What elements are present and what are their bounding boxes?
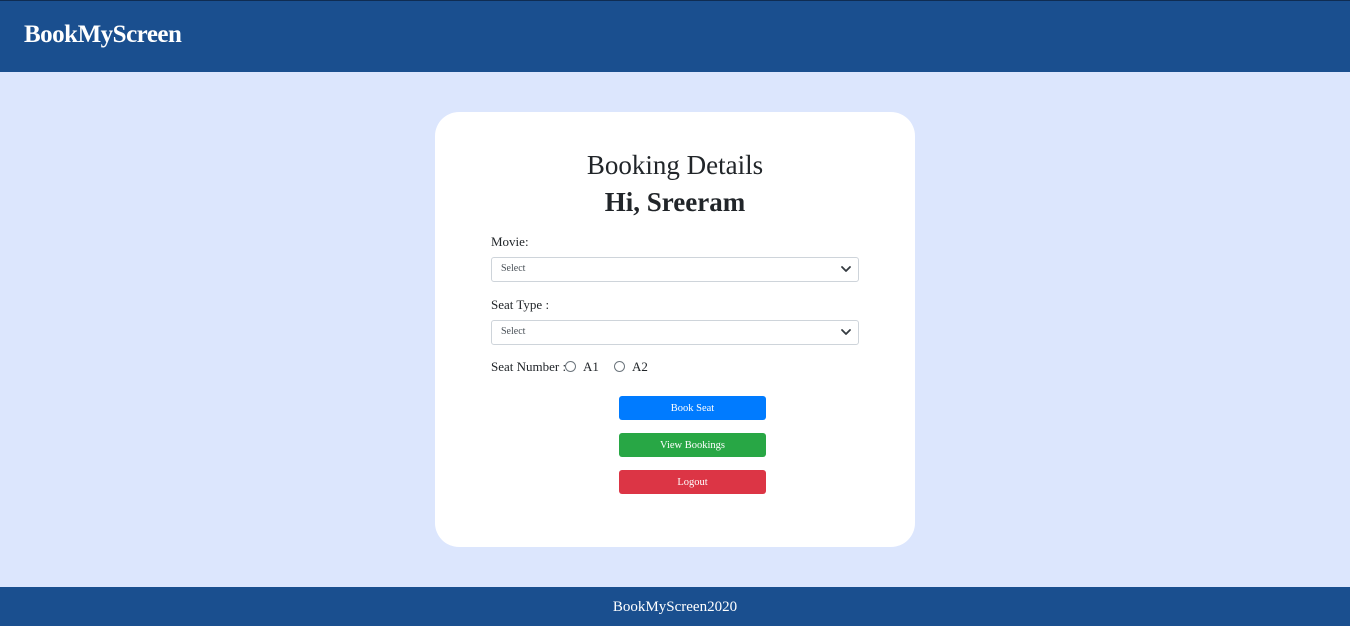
seat-a1-label[interactable]: A1 <box>583 359 599 375</box>
footer-text: BookMyScreen2020 <box>612 599 738 615</box>
seat-type-label: Seat Type : <box>491 297 550 312</box>
seat-type-select[interactable]: Select <box>491 320 859 345</box>
view-bookings-button[interactable]: View Bookings <box>619 433 766 457</box>
seat-a1-radio[interactable] <box>565 361 576 372</box>
booking-card: Booking Details Hi, Sreeram Movie: Selec… <box>435 112 915 547</box>
movie-select-value: Select <box>501 263 526 274</box>
chevron-down-icon <box>841 266 851 272</box>
navbar: BookMyScreen <box>0 0 1350 72</box>
seat-type-select-value: Select <box>501 326 526 337</box>
logout-button[interactable]: Logout <box>619 470 766 494</box>
book-seat-button[interactable]: Book Seat <box>619 396 766 420</box>
page-title: Booking Details <box>586 150 764 180</box>
seat-number-group: Seat Number : A1 A2 <box>491 359 648 375</box>
seat-a2-radio[interactable] <box>614 361 625 372</box>
movie-select[interactable]: Select <box>491 257 859 282</box>
chevron-down-icon <box>841 329 851 335</box>
seat-number-label: Seat Number : <box>491 359 567 374</box>
seat-a2-label[interactable]: A2 <box>632 359 648 375</box>
footer: BookMyScreen2020 <box>0 587 1350 626</box>
brand-logo-link[interactable]: BookMyScreen <box>24 21 182 49</box>
movie-label: Movie: <box>491 234 529 249</box>
user-greeting: Hi, Sreeram <box>604 187 746 217</box>
